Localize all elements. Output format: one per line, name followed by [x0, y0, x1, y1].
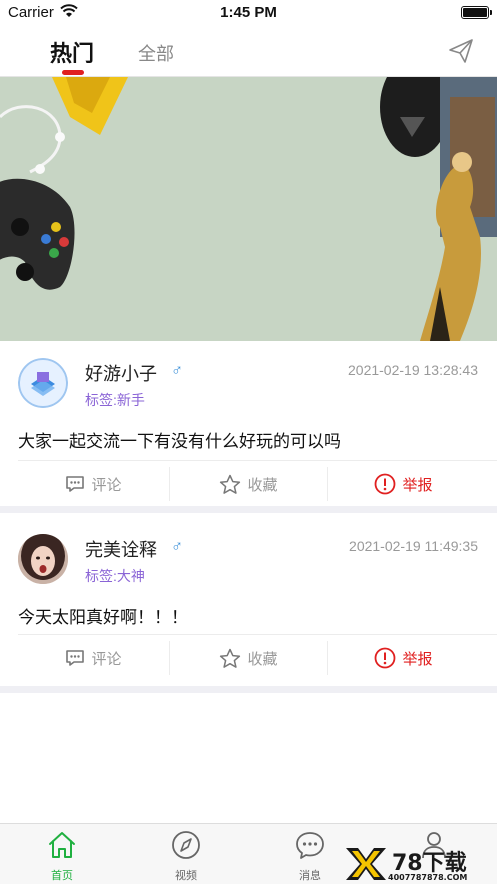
tab-video-label: 视频 — [175, 870, 197, 882]
tab-video[interactable]: 视频 — [151, 830, 221, 883]
banner-illustration — [0, 77, 497, 341]
male-icon: ♂ — [171, 538, 183, 555]
post-time: 2021-02-19 11:49:35 — [349, 538, 478, 554]
user-tag: 标签:大神 — [85, 568, 145, 584]
comment-label: 评论 — [91, 650, 122, 668]
post-divider — [0, 506, 497, 513]
post-actions: 评论 收藏 举报 — [18, 634, 497, 681]
post-card[interactable]: 好游小子 ♂ 标签:新手 2021-02-19 13:28:43 大家一起交流一… — [0, 342, 497, 513]
banner-image[interactable] — [0, 77, 497, 341]
compass-icon — [172, 831, 200, 859]
tab-message[interactable]: 消息 — [275, 830, 345, 883]
send-icon[interactable] — [446, 36, 476, 66]
post-content[interactable]: 大家一起交流一下有没有什么好玩的可以吗 — [18, 427, 341, 452]
report-button[interactable]: 举报 — [328, 461, 479, 507]
username[interactable]: 好游小子 — [85, 360, 157, 386]
comment-button[interactable]: 评论 — [18, 461, 169, 507]
star-icon — [220, 648, 241, 668]
home-icon — [49, 832, 75, 858]
watermark-logo: 78下载 4007787878.COM — [346, 848, 467, 881]
favorite-label: 收藏 — [247, 650, 278, 668]
battery-icon — [461, 6, 492, 19]
male-icon: ♂ — [171, 362, 183, 379]
comment-icon — [66, 650, 85, 666]
warning-icon — [375, 473, 396, 495]
clock: 1:45 PM — [220, 4, 277, 21]
post-content[interactable]: 今天太阳真好啊！！！ — [18, 603, 188, 628]
post-divider — [0, 686, 497, 693]
tab-home-label: 首页 — [51, 870, 73, 882]
tab-active-indicator — [62, 70, 84, 75]
favorite-button[interactable]: 收藏 — [170, 635, 327, 681]
warning-icon — [375, 647, 396, 669]
message-icon — [296, 832, 324, 859]
report-label: 举报 — [402, 476, 433, 494]
top-nav: 热门 全部 — [0, 26, 497, 77]
avatar-image — [18, 534, 68, 584]
avatar-image — [18, 358, 68, 408]
tab-home[interactable]: 首页 — [27, 830, 97, 883]
avatar[interactable] — [18, 534, 68, 584]
username[interactable]: 完美诠释 — [85, 536, 157, 562]
comment-label: 评论 — [91, 476, 122, 494]
user-tag: 标签:新手 — [85, 392, 145, 408]
report-button[interactable]: 举报 — [328, 635, 479, 681]
status-bar: Carrier 1:45 PM — [0, 0, 497, 26]
comment-icon — [66, 476, 85, 492]
favorite-label: 收藏 — [247, 476, 278, 494]
avatar[interactable] — [18, 358, 68, 408]
tab-message-label: 消息 — [299, 870, 321, 882]
star-icon — [220, 474, 241, 494]
comment-button[interactable]: 评论 — [18, 635, 169, 681]
report-label: 举报 — [402, 650, 433, 668]
favorite-button[interactable]: 收藏 — [170, 461, 327, 507]
watermark-subtext: 4007787878.COM — [388, 873, 467, 881]
post-actions: 评论 收藏 举报 — [18, 460, 497, 507]
post-time: 2021-02-19 13:28:43 — [348, 362, 478, 378]
tab-hot[interactable]: 热门 — [50, 36, 94, 68]
tab-all[interactable]: 全部 — [138, 40, 174, 66]
post-card[interactable]: 完美诠释 ♂ 标签:大神 2021-02-19 11:49:35 今天太阳真好啊… — [0, 518, 497, 694]
